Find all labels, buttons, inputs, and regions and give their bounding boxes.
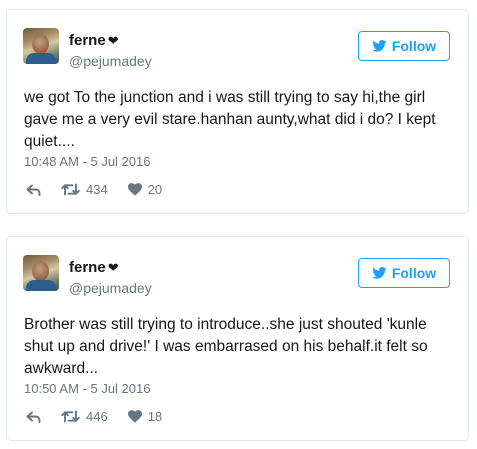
like-count: 20 — [147, 182, 163, 197]
timestamp[interactable]: 10:50 AM - 5 Jul 2016 — [24, 381, 150, 396]
twitter-bird-icon — [372, 267, 387, 279]
reply-button[interactable] — [26, 411, 41, 423]
user-handle[interactable]: @pejumadey — [69, 280, 152, 296]
timestamp[interactable]: 10:48 AM - 5 Jul 2016 — [24, 154, 150, 169]
retweet-count: 434 — [86, 182, 108, 197]
follow-button[interactable]: Follow — [358, 258, 450, 288]
author-name-row[interactable]: ferne ❤ — [69, 32, 119, 49]
heart-icon — [127, 183, 142, 196]
like-button[interactable]: 18 — [127, 409, 163, 424]
retweet-button[interactable]: 446 — [61, 409, 108, 424]
black-heart-icon: ❤ — [107, 33, 119, 48]
reply-icon — [26, 411, 41, 423]
user-handle[interactable]: @pejumadey — [69, 53, 152, 69]
retweet-count: 446 — [86, 409, 108, 424]
reply-icon — [26, 184, 41, 196]
display-name[interactable]: ferne — [69, 259, 106, 276]
retweet-icon — [61, 410, 80, 423]
follow-button[interactable]: Follow — [358, 31, 450, 61]
like-button[interactable]: 20 — [127, 182, 163, 197]
tweet-text: Brother was still trying to introduce..s… — [24, 316, 428, 377]
avatar[interactable] — [23, 28, 59, 64]
follow-label: Follow — [391, 265, 437, 281]
black-heart-icon: ❤ — [107, 260, 119, 275]
display-name[interactable]: ferne — [69, 32, 106, 49]
avatar[interactable] — [23, 255, 59, 291]
tweet-actions: 446 18 — [26, 409, 162, 424]
author-name-row[interactable]: ferne ❤ — [69, 259, 119, 276]
reply-button[interactable] — [26, 184, 41, 196]
tweet-actions: 434 20 — [26, 182, 162, 197]
tweet-card: ferne ❤ @pejumadey Follow Brother was st… — [6, 236, 469, 441]
tweet-text: we got To the junction and i was still t… — [24, 89, 436, 150]
twitter-bird-icon — [372, 40, 387, 52]
retweet-button[interactable]: 434 — [61, 182, 108, 197]
tweet-card: ferne ❤ @pejumadey Follow we got To the … — [6, 9, 469, 214]
like-count: 18 — [147, 409, 163, 424]
follow-label: Follow — [391, 38, 437, 54]
heart-icon — [127, 410, 142, 423]
retweet-icon — [61, 183, 80, 196]
